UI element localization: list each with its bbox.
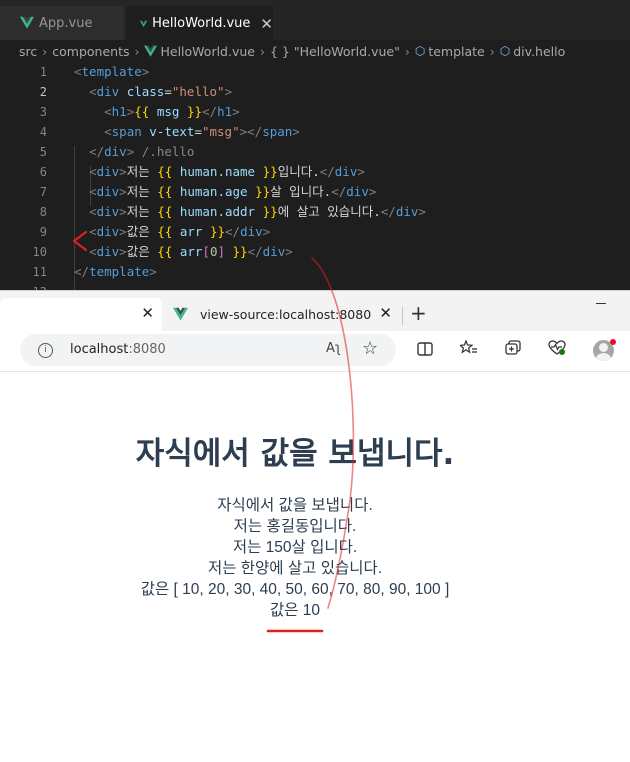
code-area[interactable]: 1 <template> 2 <div class="hello"> 3 <h1>…	[0, 62, 630, 290]
line-number: 7	[39, 185, 47, 199]
editor-tab-label: App.vue	[39, 15, 93, 31]
vue-file-icon	[144, 45, 158, 57]
code-variable: arr	[179, 244, 203, 259]
code-line: 8 <div>저는 {{ human.addr }}에 살고 있습니다.</di…	[0, 202, 630, 222]
chevron-right-icon: ›	[42, 43, 48, 59]
code-variable: arr	[179, 224, 203, 239]
line-number: 6	[39, 165, 47, 179]
symbol-cube-icon: ⬡	[414, 44, 426, 58]
code-text: 값은	[126, 224, 158, 239]
new-tab-button[interactable]: +	[410, 301, 427, 325]
browser-tab-bar: ✕ view-source:localhost:8080 ✕ +	[0, 290, 630, 331]
line-number: 3	[39, 105, 47, 119]
code-variable: human.name	[179, 164, 256, 179]
chevron-right-icon: ›	[134, 43, 140, 59]
breadcrumb-file[interactable]: HelloWorld.vue	[160, 44, 255, 59]
content-line-arr: 값은 [ 10, 20, 30, 40, 50, 60, 70, 80, 90,…	[140, 581, 450, 598]
favorite-star-icon[interactable]: ☆	[362, 338, 378, 359]
content-line-addr: 저는 한양에 살고 있습니다.	[207, 560, 383, 577]
code-variable: msg	[156, 104, 180, 119]
line-number: 2	[39, 85, 47, 99]
tab-divider	[402, 307, 403, 325]
code-line: 11 </template>	[0, 262, 630, 282]
code-line: 4 <span v-text="msg"></span>	[0, 122, 630, 142]
notification-dot	[610, 339, 616, 345]
line-number: 11	[32, 265, 47, 279]
browser-tab-view-source[interactable]: view-source:localhost:8080 ✕	[173, 298, 398, 331]
line-number: 12	[0, 282, 47, 290]
page-heading: 자식에서 값을 보냅니다.	[135, 436, 455, 472]
editor-tab-helloworld-vue[interactable]: HelloWorld.vue ✕	[126, 6, 273, 40]
vue-logo-icon	[173, 307, 188, 321]
browser-window: ✕ view-source:localhost:8080 ✕ + i local…	[0, 290, 630, 762]
address-bar: i localhost:8080 Aʅ ☆	[0, 331, 630, 372]
code-text: 에 살고 있습니다.	[277, 204, 381, 219]
breadcrumb-component[interactable]: { } "HelloWorld.vue"	[270, 44, 400, 59]
chevron-right-icon: ›	[404, 43, 410, 59]
line-number: 9	[39, 225, 47, 239]
line-number: 1	[39, 65, 47, 79]
symbol-cube-icon: ⬡	[499, 44, 511, 58]
code-line: 3 <h1>{{ msg }}</h1>	[0, 102, 630, 122]
page-content: 자식에서 값을 보냅니다. 자식에서 값을 보냅니다. 저는 홍길동입니다. 저…	[0, 372, 630, 762]
browser-essentials-icon[interactable]	[546, 340, 568, 362]
code-text: 저는	[126, 164, 158, 179]
code-line: 12	[0, 282, 630, 290]
code-string: "hello"	[171, 84, 225, 99]
code-text: 저는	[126, 184, 158, 199]
line-number: 8	[39, 205, 47, 219]
content-line-name: 저는 홍길동입니다.	[233, 518, 357, 535]
code-line: 9 <div>값은 {{ arr }}</div>	[0, 222, 630, 242]
breadcrumb: src › components › HelloWorld.vue › { } …	[0, 40, 630, 62]
code-line: 6 <div>저는 {{ human.name }}입니다.</div>	[0, 162, 630, 182]
breadcrumb-components[interactable]: components	[52, 44, 129, 59]
code-line: 10 <div>값은 {{ arr[0] }}</div>	[0, 242, 630, 262]
url-host: localhost	[70, 342, 129, 357]
code-variable: human.age	[179, 184, 248, 199]
url-field[interactable]: i localhost:8080 Aʅ ☆	[20, 334, 396, 366]
editor-tab-bar: App.vue HelloWorld.vue ✕	[0, 0, 630, 40]
read-aloud-icon[interactable]: Aʅ	[326, 341, 341, 356]
editor-tab-label: HelloWorld.vue	[152, 16, 251, 31]
url-port: :8080	[128, 342, 166, 357]
content-line-msg: 자식에서 값을 보냅니다.	[217, 497, 373, 514]
vue-file-icon	[20, 16, 34, 29]
browser-tab-localhost[interactable]: ✕	[0, 298, 162, 331]
content-line-arr0: 값은 10	[269, 602, 321, 619]
code-comment: /.hello	[141, 144, 195, 159]
code-string: "msg"	[201, 124, 240, 139]
line-number: 5	[39, 145, 47, 159]
close-icon[interactable]: ✕	[379, 304, 392, 322]
code-text: 살 입니다.	[270, 184, 332, 199]
editor-tab-app-vue[interactable]: App.vue	[0, 6, 124, 40]
line-number: 10	[32, 245, 47, 259]
breadcrumb-template[interactable]: template	[428, 44, 484, 59]
code-line: 5 </div> /.hello	[0, 142, 630, 162]
split-screen-icon[interactable]	[414, 340, 436, 362]
favorites-icon[interactable]	[458, 339, 480, 362]
chevron-right-icon: ›	[259, 43, 265, 59]
browser-tab-label: view-source:localhost:8080	[200, 307, 372, 322]
code-line: 2 <div class="hello">	[0, 82, 630, 102]
collections-icon[interactable]	[502, 340, 524, 362]
close-icon[interactable]: ✕	[260, 15, 273, 33]
minimize-button[interactable]	[596, 303, 606, 304]
code-line: 1 <template>	[0, 62, 630, 82]
code-line: 7 <div>저는 {{ human.age }}살 입니다.</div>	[0, 182, 630, 202]
info-icon[interactable]: i	[38, 343, 53, 358]
content-line-age: 저는 150살 입니다.	[232, 539, 358, 556]
code-variable: human.addr	[179, 204, 256, 219]
chevron-right-icon: ›	[489, 43, 495, 59]
line-number: 4	[39, 125, 47, 139]
code-text: 값은	[126, 244, 158, 259]
url-text: localhost:8080	[70, 342, 166, 357]
code-text: 저는	[126, 204, 158, 219]
code-text: 입니다.	[277, 164, 320, 179]
vue-file-icon	[140, 20, 148, 27]
code-editor: App.vue HelloWorld.vue ✕ src › component…	[0, 0, 630, 290]
breadcrumb-src[interactable]: src	[19, 44, 37, 59]
close-icon[interactable]: ✕	[141, 304, 154, 322]
breadcrumb-div[interactable]: div.hello	[513, 44, 565, 59]
